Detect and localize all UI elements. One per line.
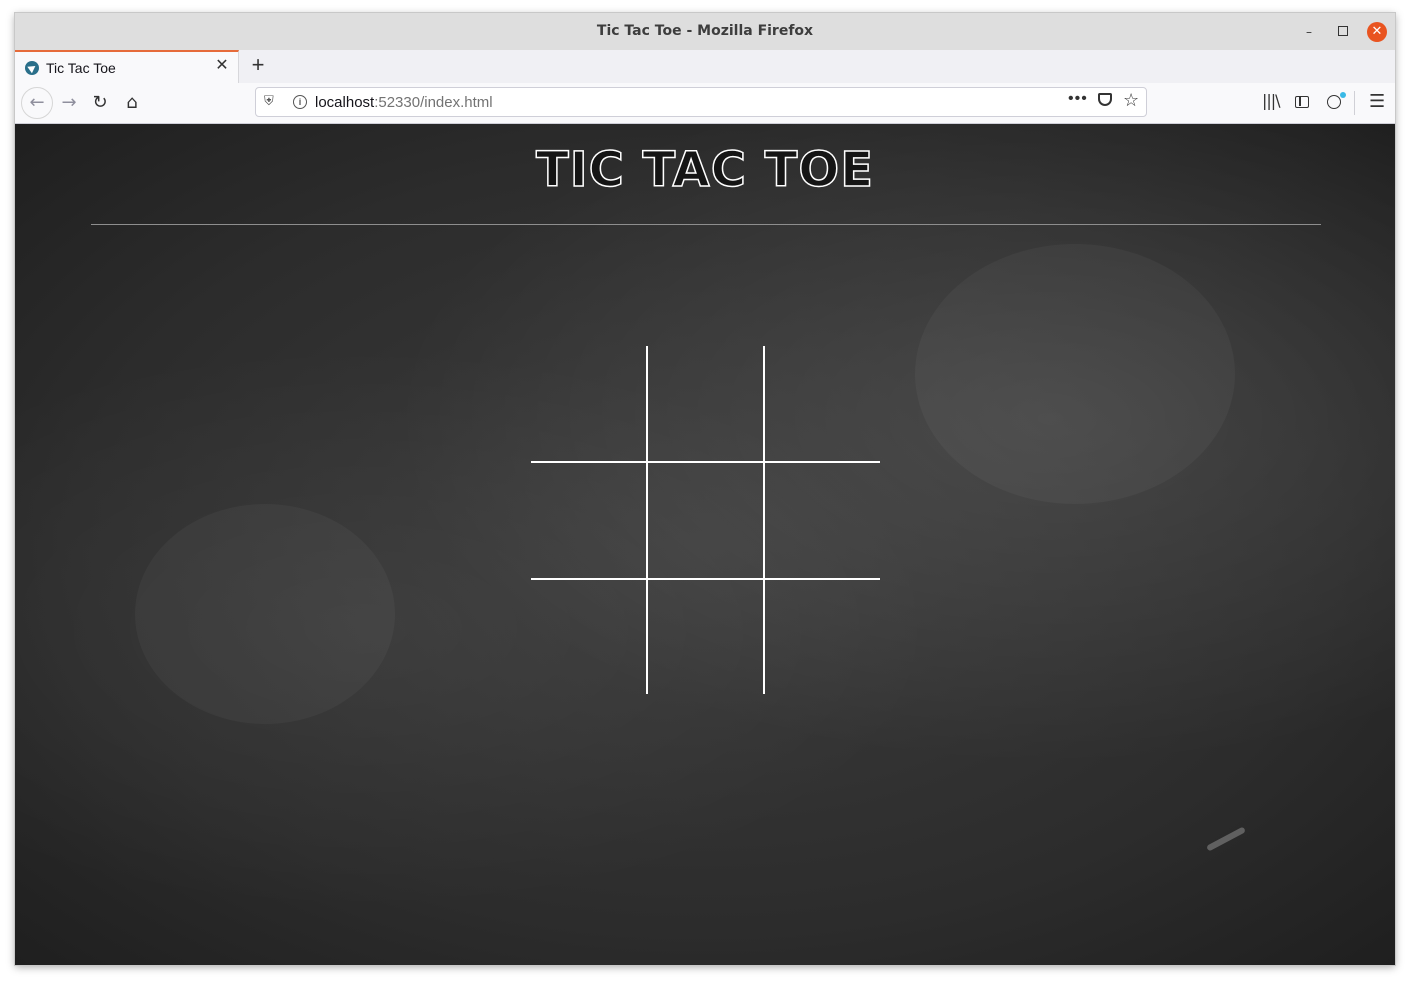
url-text[interactable]: localhost:52330/index.html bbox=[315, 94, 493, 111]
toolbar-separator bbox=[1354, 91, 1355, 115]
board-grid-line bbox=[531, 578, 880, 580]
shield-icon[interactable]: ⛨ bbox=[264, 93, 274, 109]
library-icon[interactable]: |||\ bbox=[1262, 91, 1281, 110]
chalk-smudge bbox=[915, 244, 1235, 504]
page-actions-icon[interactable]: ••• bbox=[1068, 90, 1088, 108]
board-cell[interactable] bbox=[648, 580, 763, 695]
board-cell[interactable] bbox=[765, 463, 880, 578]
url-host: localhost bbox=[315, 94, 375, 111]
sidebar-icon[interactable] bbox=[1295, 96, 1309, 108]
tab-strip: Tic Tac Toe ✕ + bbox=[15, 50, 1395, 84]
forward-arrow-icon[interactable]: → bbox=[57, 91, 81, 115]
game-board bbox=[531, 346, 880, 694]
chalk-smudge bbox=[135, 504, 395, 724]
navigation-toolbar: ← → ↻ ⌂ ⛨ i localhost:52330/index.html •… bbox=[15, 83, 1395, 124]
url-bar[interactable]: ⛨ i localhost:52330/index.html ••• ☆ bbox=[255, 87, 1147, 117]
close-window-icon[interactable]: ✕ bbox=[1367, 22, 1387, 42]
minimize-icon[interactable]: – bbox=[1299, 22, 1319, 42]
title-bar: Tic Tac Toe - Mozilla Firefox – ✕ bbox=[15, 13, 1395, 51]
tab-label: Tic Tac Toe bbox=[46, 60, 116, 76]
tab-tic-tac-toe[interactable]: Tic Tac Toe ✕ bbox=[15, 50, 239, 83]
chalk-streak bbox=[1206, 826, 1246, 852]
account-icon[interactable] bbox=[1327, 95, 1341, 109]
title-divider bbox=[91, 224, 1321, 225]
back-arrow-icon[interactable]: ← bbox=[21, 87, 53, 119]
window-title: Tic Tac Toe - Mozilla Firefox bbox=[596, 23, 814, 39]
bookmark-star-icon[interactable]: ☆ bbox=[1123, 90, 1139, 111]
board-cell[interactable] bbox=[531, 346, 646, 461]
board-grid-line bbox=[646, 346, 648, 694]
site-info-icon[interactable]: i bbox=[293, 95, 307, 109]
board-cell[interactable] bbox=[531, 580, 646, 695]
new-tab-icon[interactable]: + bbox=[246, 53, 270, 77]
hamburger-menu-icon[interactable]: ☰ bbox=[1369, 91, 1385, 112]
board-cell[interactable] bbox=[765, 346, 880, 461]
board-cell[interactable] bbox=[765, 580, 880, 695]
board-cell[interactable] bbox=[648, 346, 763, 461]
maximize-icon[interactable] bbox=[1333, 22, 1353, 42]
reload-icon[interactable]: ↻ bbox=[88, 91, 112, 115]
close-tab-icon[interactable]: ✕ bbox=[213, 57, 231, 75]
page-title: TIC TAC TOE bbox=[535, 141, 874, 199]
board-grid-line bbox=[531, 461, 880, 463]
board-grid-line bbox=[763, 346, 765, 694]
board-cell[interactable] bbox=[648, 463, 763, 578]
page-favicon-icon bbox=[25, 61, 39, 75]
home-icon[interactable]: ⌂ bbox=[120, 91, 144, 115]
pocket-icon[interactable] bbox=[1098, 93, 1112, 106]
board-cell[interactable] bbox=[531, 463, 646, 578]
browser-window: Tic Tac Toe - Mozilla Firefox – ✕ Tic Ta… bbox=[15, 13, 1395, 965]
url-path: :52330/index.html bbox=[374, 94, 493, 111]
account-notification-dot bbox=[1340, 92, 1346, 98]
page-content: TIC TAC TOE bbox=[15, 124, 1395, 965]
